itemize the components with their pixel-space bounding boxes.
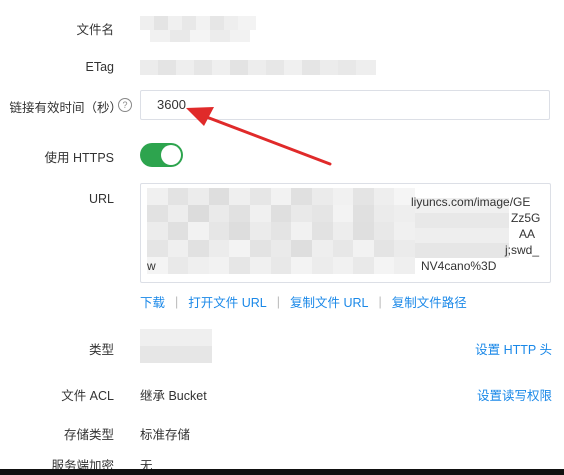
- separator: |: [378, 294, 382, 309]
- set-acl-link[interactable]: 设置读写权限: [477, 385, 552, 404]
- etag-value-redacted: [140, 60, 376, 75]
- storage-label: 存储类型: [63, 428, 114, 442]
- help-icon[interactable]: ?: [118, 98, 132, 112]
- url-text-line1: liyuncs.com/image/GE: [411, 195, 531, 209]
- annotation-arrow: [186, 107, 332, 166]
- set-http-header-link[interactable]: 设置 HTTP 头: [475, 339, 552, 358]
- download-link[interactable]: 下载: [140, 292, 165, 311]
- url-textarea[interactable]: liyuncs.com/image/GE Zz5G AA j;swd_ w NV…: [140, 183, 551, 283]
- acl-value: 继承 Bucket: [140, 389, 207, 403]
- https-label: 使用 HTTPS: [44, 151, 114, 165]
- copy-url-link[interactable]: 复制文件 URL: [290, 292, 368, 311]
- acl-label: 文件 ACL: [61, 389, 114, 403]
- url-text-line2: Zz5G: [511, 211, 541, 225]
- url-text-line3: AA: [519, 227, 536, 241]
- url-redacted-mosaic: [147, 188, 415, 274]
- separator: |: [276, 294, 280, 309]
- toggle-knob: [161, 145, 181, 165]
- url-actions: 下载 | 打开文件 URL | 复制文件 URL | 复制文件路径: [140, 292, 467, 311]
- filename-value-redacted: [140, 16, 256, 30]
- open-url-link[interactable]: 打开文件 URL: [188, 292, 266, 311]
- etag-label: ETag: [85, 60, 115, 74]
- url-text-line5: NV4cano%3D: [421, 259, 497, 273]
- url-text-line4: j;swd_: [505, 243, 540, 257]
- separator: |: [175, 294, 179, 309]
- type-label: 类型: [88, 343, 114, 357]
- filename-label: 文件名: [76, 23, 114, 37]
- type-value-redacted: [140, 329, 212, 363]
- url-text-line5-prefix: w: [147, 259, 156, 273]
- copy-path-link[interactable]: 复制文件路径: [392, 292, 467, 311]
- filename-value-redacted-2: [150, 30, 250, 42]
- bottom-edge: [0, 469, 564, 475]
- expiry-label: 链接有效时间（秒）: [9, 101, 122, 115]
- url-label: URL: [88, 192, 114, 206]
- https-toggle[interactable]: [140, 143, 183, 167]
- storage-value: 标准存储: [140, 428, 191, 442]
